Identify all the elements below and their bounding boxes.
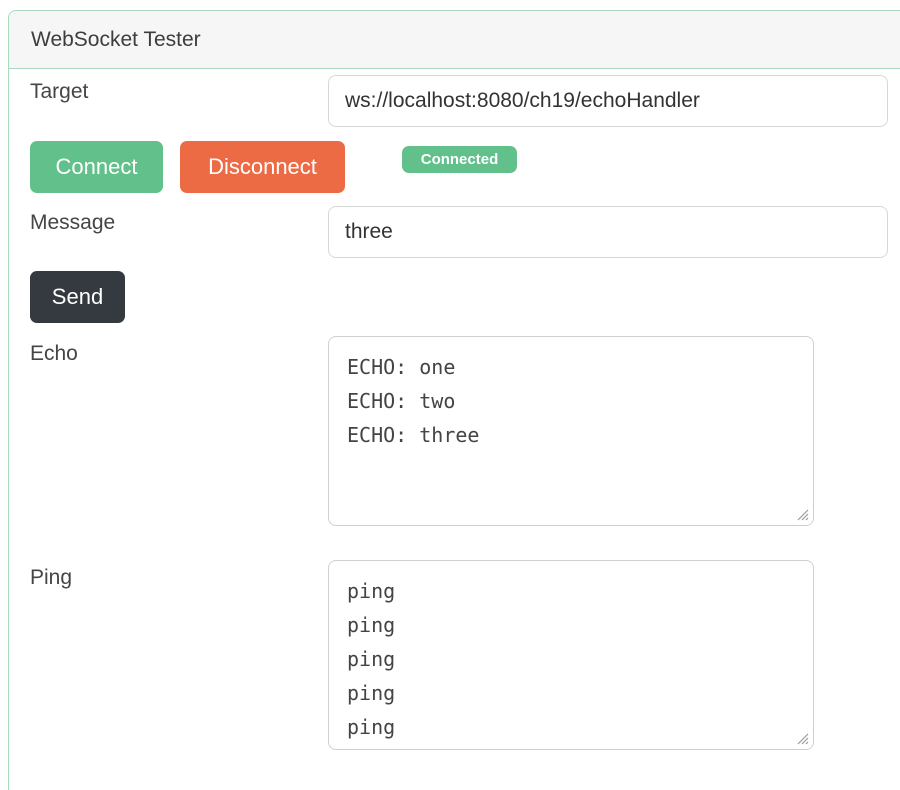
ping-textarea[interactable]: ping ping ping ping ping bbox=[328, 560, 814, 750]
card-header: WebSocket Tester bbox=[9, 11, 900, 69]
echo-label: Echo bbox=[30, 342, 78, 365]
ping-line: ping bbox=[347, 579, 396, 603]
echo-lines: ECHO: one ECHO: two ECHO: three bbox=[347, 350, 479, 452]
echo-line: ECHO: one bbox=[347, 355, 456, 379]
ping-label: Ping bbox=[30, 566, 73, 589]
page-title: WebSocket Tester bbox=[31, 28, 201, 51]
connect-button[interactable]: Connect bbox=[30, 141, 163, 193]
target-url-input[interactable] bbox=[328, 75, 888, 127]
resize-grip-icon[interactable] bbox=[795, 731, 809, 745]
message-label: Message bbox=[30, 211, 116, 234]
resize-grip-icon[interactable] bbox=[795, 507, 809, 521]
echo-textarea[interactable]: ECHO: one ECHO: two ECHO: three bbox=[328, 336, 814, 526]
echo-line: ECHO: three bbox=[347, 423, 480, 447]
echo-line: ECHO: two bbox=[347, 389, 456, 413]
disconnect-button[interactable]: Disconnect bbox=[180, 141, 345, 193]
ping-line: ping bbox=[347, 647, 396, 671]
message-input[interactable] bbox=[328, 206, 888, 258]
ping-line: ping bbox=[347, 613, 396, 637]
connection-status-badge: Connected bbox=[402, 146, 517, 173]
send-button[interactable]: Send bbox=[30, 271, 125, 323]
ping-line: ping bbox=[347, 681, 396, 705]
ping-lines: ping ping ping ping ping bbox=[347, 574, 395, 744]
ping-line: ping bbox=[347, 715, 396, 739]
target-label: Target bbox=[30, 80, 89, 103]
